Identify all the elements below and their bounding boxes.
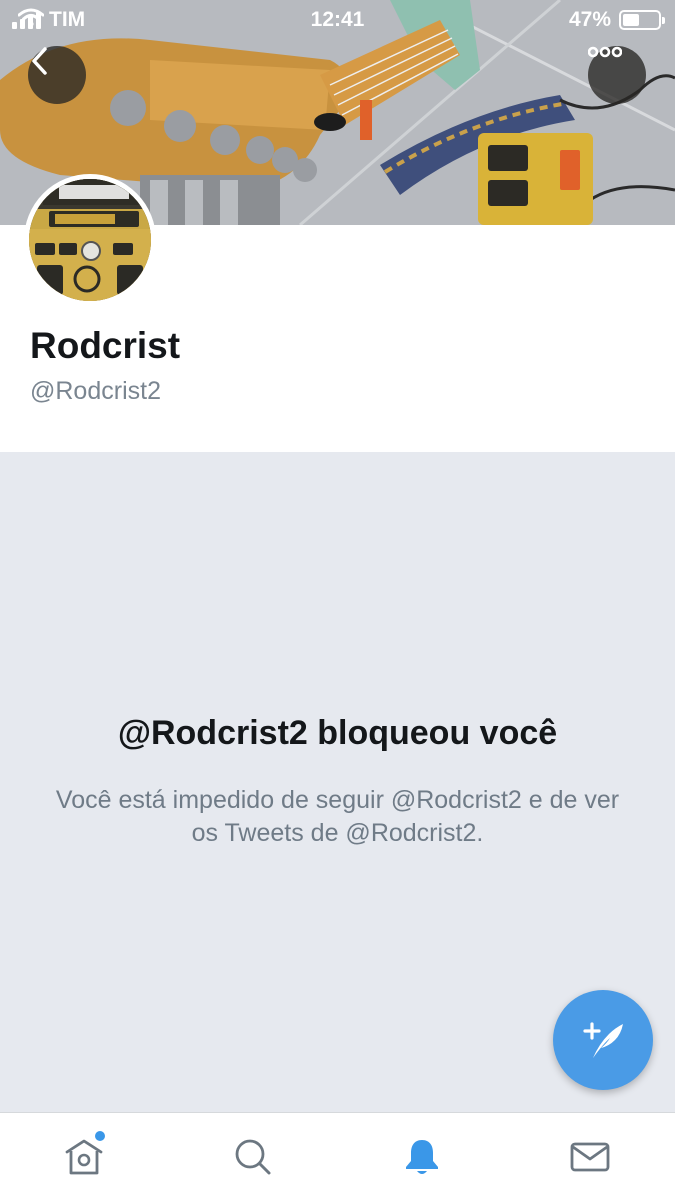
back-button[interactable] [28,46,86,104]
compose-tweet-icon [583,1022,623,1058]
home-icon [65,1139,103,1175]
tab-notifications[interactable] [338,1113,506,1200]
bell-icon [406,1140,438,1174]
tab-home[interactable] [0,1113,168,1200]
profile-handle: @Rodcrist2 [30,377,161,405]
tab-messages[interactable] [506,1113,674,1200]
status-bar: TIM 12:41 47% [0,0,675,40]
tab-bar [0,1112,675,1200]
status-bar-right: 47% [568,8,665,32]
more-options-button[interactable] [588,46,646,104]
profile-display-name: Rodcrist [30,325,181,366]
tab-search[interactable] [169,1113,337,1200]
profile-avatar[interactable] [24,174,156,306]
battery-percent: 47% [568,8,611,31]
battery-icon [619,10,665,30]
battery-level [623,14,639,26]
more-horizontal-icon [588,46,622,58]
search-icon [235,1139,271,1175]
chevron-left-icon [32,47,47,75]
envelope-icon [570,1142,610,1172]
blocked-title: @Rodcrist2 bloqueou você [117,714,558,752]
avatar-photo-pedalboard [29,179,151,301]
compose-tweet-button[interactable] [553,990,653,1090]
blocked-description: Você está impedido de seguir @Rodcrist2 … [55,786,620,847]
profile-screen: TIM 12:41 47% Rodcrist @Rodcrist2 @Rodcr… [0,0,675,1200]
home-notification-dot [95,1131,105,1141]
